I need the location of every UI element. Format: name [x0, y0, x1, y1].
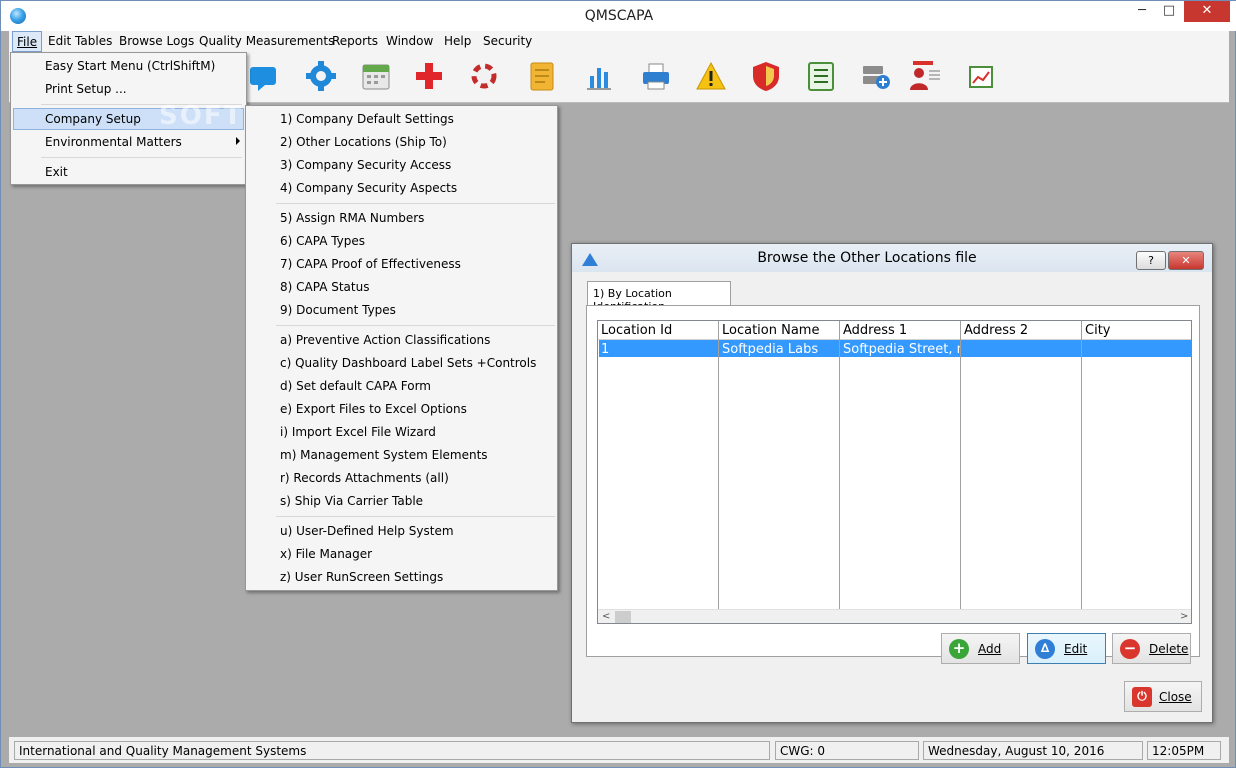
submenu-item[interactable]: m) Management System Elements [280, 448, 488, 462]
status-bar: International and Quality Management Sys… [9, 737, 1229, 763]
warning-icon[interactable] [694, 58, 728, 94]
submenu-item[interactable]: r) Records Attachments (all) [280, 471, 449, 485]
cell-location-id: 1 [601, 342, 610, 357]
dialog-title: Browse the Other Locations file [757, 250, 977, 266]
submenu-item[interactable]: 1) Company Default Settings [280, 112, 454, 126]
cell-location-name: Softpedia Labs [722, 342, 819, 357]
printer-icon[interactable] [639, 58, 673, 94]
submenu-item[interactable]: d) Set default CAPA Form [280, 379, 431, 393]
gear-icon[interactable] [304, 58, 338, 94]
window-title: QMSCAPA [584, 8, 654, 24]
menu-window[interactable]: Window [386, 34, 433, 48]
notes-icon[interactable] [524, 58, 558, 94]
submenu-item[interactable]: i) Import Excel File Wizard [280, 425, 436, 439]
bar-chart-icon[interactable] [582, 58, 616, 94]
menu-separator [276, 325, 555, 326]
col-header-location-id[interactable]: Location Id [601, 323, 672, 338]
col-header-address2[interactable]: Address 2 [964, 323, 1028, 338]
delete-icon: − [1120, 639, 1140, 659]
menu-security[interactable]: Security [483, 34, 532, 48]
horizontal-scrollbar[interactable]: < > [598, 609, 1191, 623]
dialog-help-button[interactable]: ? [1136, 251, 1166, 270]
col-header-location-name[interactable]: Location Name [722, 323, 819, 338]
locations-table[interactable]: Location Id Location Name Address 1 Addr… [597, 320, 1192, 624]
submenu-item[interactable]: e) Export Files to Excel Options [280, 402, 467, 416]
power-icon: ⏻ [1132, 687, 1152, 707]
menu-reports[interactable]: Reports [332, 34, 378, 48]
minimize-button[interactable]: ─ [1129, 1, 1155, 22]
menu-browse-logs[interactable]: Browse Logs [119, 34, 194, 48]
status-date: Wednesday, August 10, 2016 [923, 741, 1143, 760]
submenu-item[interactable]: 8) CAPA Status [280, 280, 369, 294]
menu-separator [276, 203, 555, 204]
submenu-item[interactable]: 9) Document Types [280, 303, 396, 317]
submenu-item[interactable]: u) User-Defined Help System [280, 524, 454, 538]
menu-easy-start[interactable]: Easy Start Menu (CtrlShiftM) [45, 59, 215, 73]
menu-print-setup[interactable]: Print Setup ... [45, 82, 127, 96]
menu-separator [41, 157, 242, 158]
title-bar: QMSCAPA ─ □ ✕ [1, 1, 1236, 31]
menu-separator [276, 516, 555, 517]
scroll-left-arrow[interactable]: < [602, 610, 610, 624]
cell-address1: Softpedia Street, no [843, 342, 961, 357]
menu-file[interactable]: File [12, 31, 43, 52]
tab-by-location-id[interactable]: 1) By Location Identification [587, 281, 731, 313]
menu-environmental-matters[interactable]: Environmental Matters [45, 135, 182, 149]
col-header-city[interactable]: City [1085, 323, 1110, 338]
edit-icon: ∆ [1035, 639, 1055, 659]
chat-icon[interactable] [244, 58, 278, 94]
company-setup-submenu: 1) Company Default Settings 2) Other Loc… [245, 105, 558, 591]
status-time: 12:05PM [1147, 741, 1221, 760]
status-company: International and Quality Management Sys… [14, 741, 770, 760]
col-divider [1081, 321, 1082, 609]
app-window: QMSCAPA ─ □ ✕ File Edit Tables Browse Lo… [0, 0, 1236, 768]
user-profile-icon[interactable] [907, 58, 941, 94]
lifebuoy-icon[interactable] [467, 58, 501, 94]
menu-exit[interactable]: Exit [45, 165, 68, 179]
col-divider [960, 321, 961, 609]
scroll-thumb[interactable] [615, 611, 631, 623]
add-cross-icon[interactable] [412, 58, 446, 94]
shield-icon[interactable] [749, 58, 783, 94]
submenu-item[interactable]: 6) CAPA Types [280, 234, 365, 248]
submenu-item[interactable]: a) Preventive Action Classifications [280, 333, 490, 347]
submenu-item[interactable]: x) File Manager [280, 547, 372, 561]
col-divider [839, 321, 840, 609]
submenu-item[interactable]: c) Quality Dashboard Label Sets +Control… [280, 356, 536, 370]
menu-edit-tables[interactable]: Edit Tables [48, 34, 112, 48]
tab-panel: Location Id Location Name Address 1 Addr… [586, 305, 1200, 657]
dialog-title-bar: Browse the Other Locations file ? ✕ [572, 244, 1212, 272]
checklist-icon[interactable] [804, 58, 838, 94]
close-dialog-button[interactable]: ⏻ Close [1124, 681, 1202, 712]
submenu-item[interactable]: s) Ship Via Carrier Table [280, 494, 423, 508]
submenu-item[interactable]: z) User RunScreen Settings [280, 570, 443, 584]
menu-quality-measurements[interactable]: Quality Measurements [199, 34, 334, 48]
col-divider [718, 321, 719, 609]
submenu-arrow-icon [236, 137, 240, 145]
server-settings-icon[interactable] [859, 58, 893, 94]
menu-company-setup[interactable]: Company Setup [45, 112, 141, 126]
close-button[interactable]: ✕ [1184, 1, 1230, 22]
clipboard-chart-icon[interactable] [964, 58, 998, 94]
edit-button[interactable]: ∆ Edit [1027, 633, 1106, 664]
maximize-button[interactable]: □ [1156, 1, 1182, 22]
menu-help[interactable]: Help [444, 34, 471, 48]
submenu-item[interactable]: 3) Company Security Access [280, 158, 451, 172]
submenu-item[interactable]: 2) Other Locations (Ship To) [280, 135, 447, 149]
submenu-item[interactable]: 4) Company Security Aspects [280, 181, 457, 195]
menu-bar: File Edit Tables Browse Logs Quality Mea… [9, 31, 1229, 52]
calendar-icon[interactable] [359, 58, 393, 94]
col-header-address1[interactable]: Address 1 [843, 323, 907, 338]
submenu-item[interactable]: 5) Assign RMA Numbers [280, 211, 424, 225]
delete-button[interactable]: − Delete [1112, 633, 1191, 664]
add-icon: + [949, 639, 969, 659]
scroll-right-arrow[interactable]: > [1180, 610, 1188, 624]
submenu-item[interactable]: 7) CAPA Proof of Effectiveness [280, 257, 461, 271]
dialog-close-button[interactable]: ✕ [1168, 251, 1204, 270]
status-cwg: CWG: 0 [775, 741, 919, 760]
browse-locations-dialog: Browse the Other Locations file ? ✕ 1) B… [571, 243, 1213, 723]
add-button[interactable]: + Add [941, 633, 1020, 664]
